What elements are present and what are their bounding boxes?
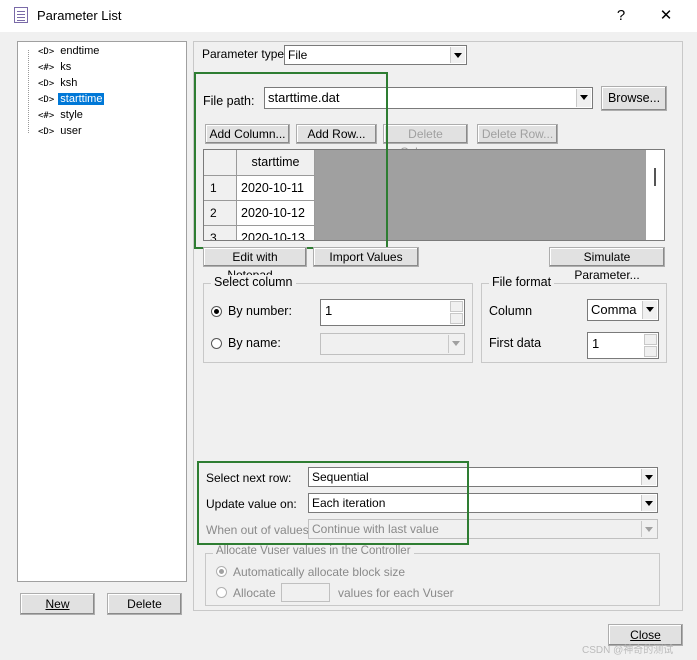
delete-column-button[interactable]: Delete Column...	[383, 124, 468, 159]
spin-up-icon[interactable]	[644, 334, 657, 345]
watermark: CSDN @神奇的测试	[582, 645, 674, 656]
scroll-thumb[interactable]	[654, 168, 656, 186]
close-window-button[interactable]: ✕	[646, 4, 686, 28]
help-button[interactable]: ?	[601, 4, 641, 28]
file-format-title: File format	[489, 275, 555, 289]
allocate-radio[interactable]	[216, 587, 227, 598]
chevron-down-icon	[448, 335, 463, 353]
browse-button[interactable]: Browse...	[601, 86, 667, 111]
allocate-title: Allocate Vuser values in the Controller	[213, 545, 414, 557]
simulate-parameter-button[interactable]: Simulate Parameter...	[549, 247, 665, 282]
select-column-title: Select column	[211, 275, 296, 289]
tree-item-ks[interactable]: <#> ks	[38, 60, 73, 75]
parameter-type-label: Parameter type:	[202, 47, 288, 61]
grid-scrollbar[interactable]	[646, 150, 664, 240]
by-number-radio[interactable]	[211, 306, 222, 317]
date-param-icon: <D>	[38, 47, 55, 57]
first-data-input[interactable]: 1	[587, 332, 659, 359]
column-delimiter-select[interactable]: Comma	[587, 299, 659, 321]
date-param-icon: <D>	[38, 79, 55, 89]
by-number-label: By number:	[228, 304, 292, 318]
spin-up-icon[interactable]	[450, 301, 463, 312]
import-values-button[interactable]: Import Values	[313, 247, 419, 267]
parameter-list-icon	[14, 7, 28, 23]
date-param-icon: <D>	[38, 95, 55, 105]
number-param-icon: <#>	[38, 111, 55, 121]
highlight-box-rows	[197, 461, 469, 545]
auto-allocate-label: Automatically allocate block size	[233, 565, 406, 579]
column-delimiter-label: Column	[489, 304, 533, 318]
by-name-radio[interactable]	[211, 338, 222, 349]
tree-item-starttime[interactable]: <D> starttime	[38, 92, 105, 107]
parameter-tree[interactable]: <D> endtime <#> ks <D> ksh <D> starttime <#>…	[17, 41, 187, 582]
delete-row-button[interactable]: Delete Row...	[477, 124, 558, 144]
chevron-down-icon	[641, 495, 656, 511]
tree-item-endtime[interactable]: <D> endtime	[38, 44, 101, 59]
spin-down-icon[interactable]	[450, 313, 463, 324]
tree-item-style[interactable]: <#> style	[38, 108, 85, 123]
date-param-icon: <D>	[38, 127, 55, 137]
auto-allocate-radio[interactable]	[216, 566, 227, 577]
chevron-down-icon	[450, 47, 465, 63]
delete-button[interactable]: Delete	[107, 593, 182, 615]
chevron-down-icon	[642, 301, 657, 319]
parameter-list-dialog: Parameter List ? ✕ <D> endtime <#> ks <D> k…	[0, 0, 697, 660]
first-data-label: First data	[489, 336, 542, 350]
title-bar: Parameter List ? ✕	[0, 0, 697, 32]
number-param-icon: <#>	[38, 63, 55, 73]
by-number-input[interactable]: 1	[320, 299, 465, 326]
allocate-suffix-label: values for each Vuser	[338, 586, 454, 600]
highlight-box-file	[194, 72, 388, 249]
allocate-label: Allocate	[233, 586, 276, 600]
new-button[interactable]: New	[20, 593, 95, 615]
allocate-count-input[interactable]	[281, 583, 330, 602]
spin-down-icon[interactable]	[644, 346, 657, 357]
edit-with-notepad-button[interactable]: Edit with Notepad...	[203, 247, 307, 282]
chevron-down-icon	[576, 89, 591, 107]
chevron-down-icon	[641, 469, 656, 485]
parameter-type-select[interactable]: File	[284, 45, 467, 65]
tree-item-ksh[interactable]: <D> ksh	[38, 76, 79, 91]
chevron-down-icon	[641, 521, 656, 537]
by-name-select[interactable]	[320, 333, 465, 355]
by-name-label: By name:	[228, 336, 281, 350]
tree-item-user[interactable]: <D> user	[38, 124, 84, 139]
window-title: Parameter List	[37, 8, 122, 23]
